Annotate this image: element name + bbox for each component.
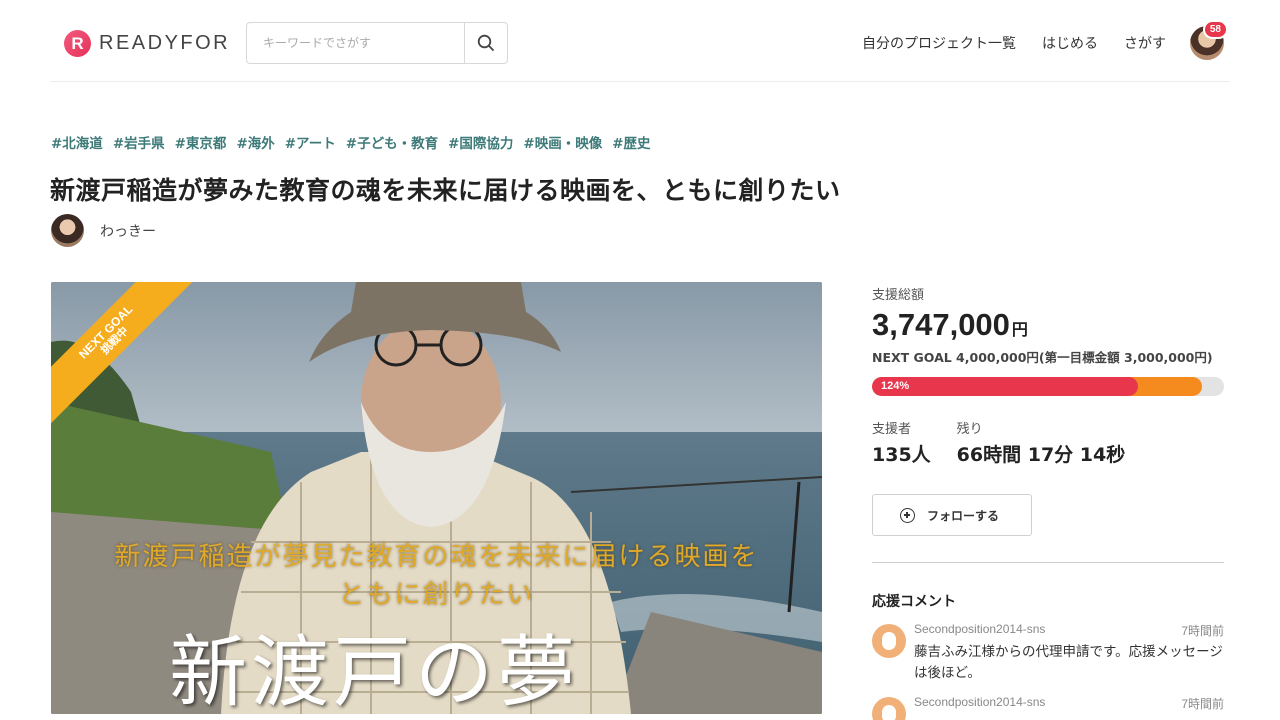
remaining-time: 66時間 17分 14秒	[956, 444, 1126, 466]
remaining-stat: 残り 66時間 17分 14秒	[957, 418, 1126, 467]
funding-panel: 支援総額 3,747,000 円 NEXT GOAL 4,000,000円(第一目…	[872, 284, 1224, 720]
ribbon-band: NEXT GOAL 挑戦中	[51, 282, 197, 428]
funding-amount: 3,747,000 円	[872, 307, 1224, 343]
tag-link[interactable]: #歴史	[612, 132, 650, 152]
divider	[872, 562, 1224, 563]
tag-link[interactable]: #アート	[285, 132, 336, 152]
logo-text: READYFOR	[99, 32, 231, 54]
nav-start[interactable]: はじめる	[1042, 33, 1098, 53]
amount-value: 3,747,000	[872, 307, 1010, 342]
user-avatar[interactable]: 58	[1190, 20, 1228, 60]
readyfor-logo[interactable]: R READYFOR	[64, 30, 230, 57]
funding-stats: 支援者 135人 残り 66時間 17分 14秒	[872, 418, 1224, 467]
default-user-icon	[882, 704, 896, 720]
nav-my-projects[interactable]: 自分のプロジェクト一覧	[862, 33, 1016, 53]
comment-avatar[interactable]	[872, 624, 906, 658]
comment-user[interactable]: Secondposition2014-sns	[914, 695, 1045, 712]
search-button[interactable]	[464, 23, 507, 63]
logo-mark-icon: R	[64, 30, 91, 57]
supporters-stat: 支援者 135人	[872, 418, 931, 467]
supporters-label: 支援者	[872, 422, 912, 437]
supporters-count: 135人	[872, 444, 931, 466]
comment-time: 7時間前	[1181, 696, 1224, 711]
follow-button[interactable]: フォローする	[872, 494, 1032, 536]
image-caption-line2: ともに創りたい	[338, 580, 535, 610]
next-goal-ribbon: NEXT GOAL 挑戦中	[51, 282, 197, 428]
follow-button-label: フォローする	[927, 508, 1000, 523]
project-title: 新渡戸稲造が夢みた教育の魂を未来に届ける映画を、ともに創りたい	[50, 176, 841, 205]
default-user-icon	[882, 632, 896, 650]
tag-link[interactable]: #映画・映像	[523, 132, 602, 152]
image-caption-line1: 新渡戸稲造が夢見た教育の魂を未来に届ける映画を	[114, 542, 759, 572]
comments-title: 応援コメント	[872, 594, 956, 610]
nav-search[interactable]: さがす	[1124, 33, 1166, 53]
image-caption-title: 新渡戸の夢	[169, 628, 580, 714]
project-tags: #北海道 #岩手県 #東京都 #海外 #アート #子ども・教育 #国際協力 #映…	[51, 132, 651, 152]
tag-link[interactable]: #国際協力	[448, 132, 513, 152]
comment-avatar[interactable]	[872, 696, 906, 720]
tag-link[interactable]: #東京都	[175, 132, 227, 152]
comment-item[interactable]: Secondposition2014-sns 7時間前 藤吉ふみ江様からの代理申…	[872, 622, 1224, 684]
remaining-label: 残り	[956, 422, 983, 437]
search-input[interactable]	[247, 23, 464, 63]
comment-time: 7時間前	[1181, 624, 1224, 638]
funding-progress-bar: 124%	[872, 377, 1224, 396]
comment-item[interactable]: Secondposition2014-sns 7時間前	[872, 695, 1224, 720]
progress-first-goal-fill	[872, 377, 1138, 396]
tag-link[interactable]: #子ども・教育	[346, 132, 438, 152]
notification-badge: 58	[1202, 20, 1228, 39]
tag-link[interactable]: #岩手県	[113, 132, 165, 152]
tag-link[interactable]: #海外	[236, 132, 274, 152]
project-owner[interactable]: わっきー	[51, 214, 156, 247]
site-header: R READYFOR 自分のプロジェクト一覧 はじめる さがす 58	[50, 0, 1230, 82]
currency-label: 円	[1011, 320, 1028, 339]
tag-link[interactable]: #北海道	[51, 132, 103, 152]
search-box	[246, 22, 508, 64]
header-nav: 自分のプロジェクト一覧 はじめる さがす	[862, 33, 1166, 53]
progress-percent: 124%	[881, 380, 910, 392]
comment-header: Secondposition2014-sns 7時間前	[914, 622, 1224, 639]
plus-circle-icon	[900, 507, 915, 523]
next-goal-text: NEXT GOAL 4,000,000円(第一目標金額 3,000,000円)	[872, 350, 1213, 365]
total-label: 支援総額	[872, 288, 925, 303]
comment-header: Secondposition2014-sns 7時間前	[914, 695, 1224, 712]
owner-avatar[interactable]	[51, 214, 84, 247]
project-main-image[interactable]: NEXT GOAL 挑戦中 新渡戸稲造が夢見た教育の魂を未来に届ける映画を とも…	[51, 282, 822, 714]
search-icon	[477, 34, 494, 51]
comment-user[interactable]: Secondposition2014-sns	[914, 622, 1045, 639]
owner-name[interactable]: わっきー	[100, 221, 156, 241]
comment-text: 藤吉ふみ江様からの代理申請です。応援メッセージは後ほど。	[914, 644, 1223, 681]
